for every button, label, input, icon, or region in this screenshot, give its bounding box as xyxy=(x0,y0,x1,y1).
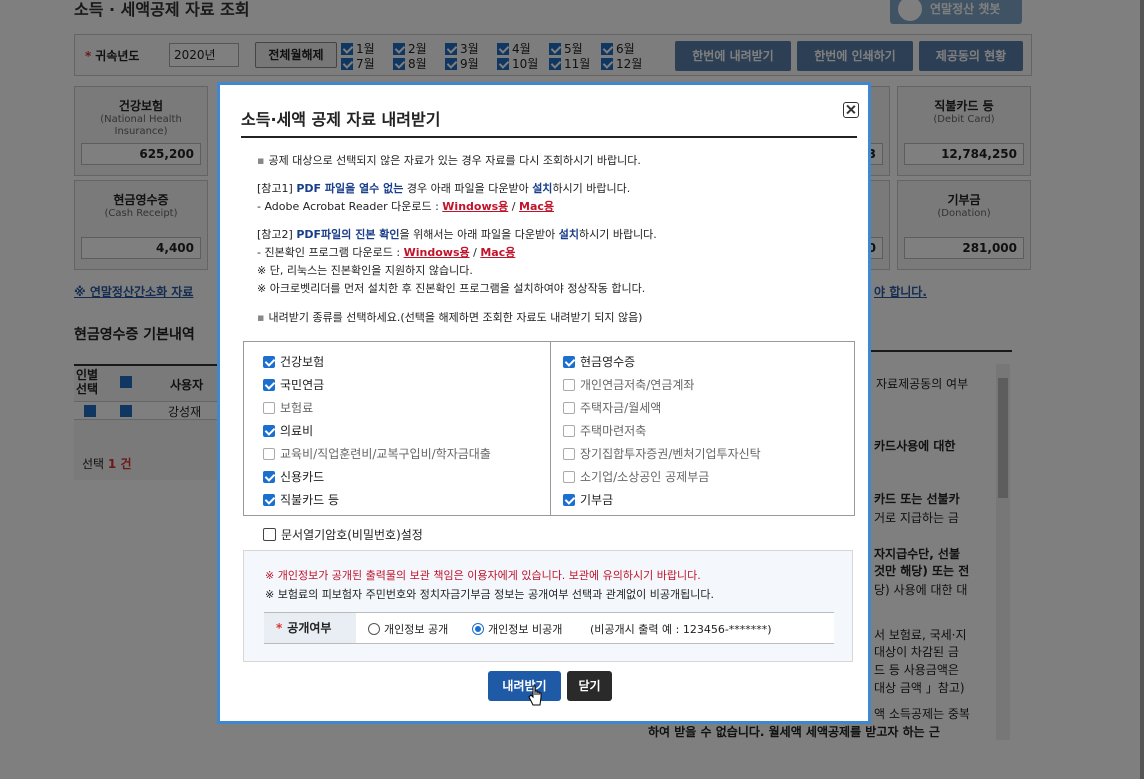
option-label: 주택마련저축 xyxy=(580,424,647,438)
option-checkbox[interactable] xyxy=(263,494,275,506)
ref2-line2: - 진본확인 프로그램 다운로드 : Windows용 / Mac용 xyxy=(257,246,516,259)
verifier-mac-link[interactable]: Mac용 xyxy=(480,246,515,259)
option-label: 소기업/소상공인 공제부금 xyxy=(580,470,710,484)
option-checkbox[interactable] xyxy=(563,494,575,506)
window-edge xyxy=(1140,0,1144,779)
option-label: 직불카드 등 xyxy=(280,493,340,507)
download-type-option[interactable]: 직불카드 등 xyxy=(263,491,339,508)
download-type-option[interactable]: 국민연금 xyxy=(263,376,324,393)
intro-text: 공제 대상으로 선택되지 않은 자료가 있는 경우 자료를 다시 조회하시기 바… xyxy=(257,152,640,168)
privacy-note: ※ 보험료의 피보험자 주민번호와 정치자금기부금 정보는 공개여부 선택과 관… xyxy=(265,588,714,601)
acrobat-mac-link[interactable]: Mac용 xyxy=(519,200,554,213)
download-type-table: 건강보험국민연금보험료의료비교육비/직업훈련비/교복구입비/학자금대출신용카드직… xyxy=(243,341,855,516)
download-type-option[interactable]: 기부금 xyxy=(563,491,613,508)
column-divider xyxy=(550,342,551,515)
disclosure-row: * 공개여부 개인정보 공개 개인정보 비공개 (비공개시 출력 예 : 1234… xyxy=(264,612,834,644)
option-checkbox[interactable] xyxy=(563,448,575,460)
select-prompt: 내려받기 종류를 선택하세요.(선택을 해제하면 조회한 자료도 내려받기 되지… xyxy=(257,309,642,325)
disclosure-example: (비공개시 출력 예 : 123456-*******) xyxy=(590,623,772,636)
option-label: 개인연금저축/연금계좌 xyxy=(580,378,695,392)
option-label: 기부금 xyxy=(580,493,614,507)
download-type-option[interactable]: 장기집합투자증권/벤처기업투자신탁 xyxy=(563,445,761,462)
option-label: 의료비 xyxy=(280,424,314,438)
password-option[interactable]: 문서열기암호(비밀번호)설정 xyxy=(263,526,423,543)
option-checkbox[interactable] xyxy=(563,402,575,414)
password-checkbox[interactable] xyxy=(263,528,276,541)
disclosure-label: * 공개여부 xyxy=(264,613,356,643)
download-modal: 소득·세액 공제 자료 내려받기 공제 대상으로 선택되지 않은 자료가 있는 … xyxy=(217,82,871,724)
download-type-option[interactable]: 개인연금저축/연금계좌 xyxy=(563,376,694,393)
option-label: 국민연금 xyxy=(280,378,325,392)
password-option-label: 문서열기암호(비밀번호)설정 xyxy=(281,528,423,542)
download-type-option[interactable]: 신용카드 xyxy=(263,468,324,485)
ref2-line1: [참고2] PDF파일의 진본 확인을 위해서는 아래 파일을 다운받아 설치하… xyxy=(257,228,657,241)
option-label: 장기집합투자증권/벤처기업투자신탁 xyxy=(580,447,761,461)
close-button[interactable]: 닫기 xyxy=(567,671,612,701)
radio-private[interactable] xyxy=(472,623,484,635)
ref2-note1: ※ 단, 리눅스는 진본확인을 지원하지 않습니다. xyxy=(257,264,473,277)
ref1-line1: [참고1] PDF 파일을 열수 없는 경우 아래 파일을 다운받아 설치하시기… xyxy=(257,182,631,195)
ref1-line2: - Adobe Acrobat Reader 다운로드 : Windows용 /… xyxy=(257,200,555,213)
download-type-option[interactable]: 소기업/소상공인 공제부금 xyxy=(563,468,709,485)
option-checkbox[interactable] xyxy=(263,471,275,483)
acrobat-windows-link[interactable]: Windows용 xyxy=(442,200,508,213)
option-checkbox[interactable] xyxy=(263,402,275,414)
option-private-label: 개인정보 비공개 xyxy=(488,623,563,636)
title-divider xyxy=(241,136,857,138)
download-type-option[interactable]: 현금영수증 xyxy=(563,353,635,370)
option-checkbox[interactable] xyxy=(263,379,275,391)
option-public-label: 개인정보 공개 xyxy=(384,623,449,636)
ref2-note2: ※ 아크로벳리더를 먼저 설치한 후 진본확인 프로그램을 설치하여야 정상작동… xyxy=(257,282,646,295)
download-type-option[interactable]: 교육비/직업훈련비/교복구입비/학자금대출 xyxy=(263,445,491,462)
option-label: 현금영수증 xyxy=(580,355,636,369)
option-label: 보험료 xyxy=(280,401,314,415)
close-icon[interactable] xyxy=(843,102,859,118)
option-checkbox[interactable] xyxy=(263,425,275,437)
option-checkbox[interactable] xyxy=(563,379,575,391)
download-type-option[interactable]: 보험료 xyxy=(263,399,313,416)
option-private[interactable]: 개인정보 비공개 xyxy=(472,621,562,637)
option-checkbox[interactable] xyxy=(263,356,275,368)
option-checkbox[interactable] xyxy=(563,356,575,368)
option-checkbox[interactable] xyxy=(563,471,575,483)
privacy-notice-box: ※ 개인정보가 공개된 출력물의 보관 책임은 이용자에게 있습니다. 보관에 … xyxy=(243,550,853,662)
option-label: 주택자금/월세액 xyxy=(580,401,662,415)
download-type-option[interactable]: 주택자금/월세액 xyxy=(563,399,661,416)
option-checkbox[interactable] xyxy=(563,425,575,437)
download-type-option[interactable]: 주택마련저축 xyxy=(563,422,646,439)
option-label: 신용카드 xyxy=(280,470,325,484)
modal-title: 소득·세액 공제 자료 내려받기 xyxy=(241,110,441,129)
option-public[interactable]: 개인정보 공개 xyxy=(368,621,448,637)
verifier-windows-link[interactable]: Windows용 xyxy=(404,246,470,259)
privacy-warning: ※ 개인정보가 공개된 출력물의 보관 책임은 이용자에게 있습니다. 보관에 … xyxy=(265,569,701,582)
radio-public[interactable] xyxy=(368,623,380,635)
download-button[interactable]: 내려받기 xyxy=(488,671,561,701)
option-label: 건강보험 xyxy=(280,355,325,369)
download-type-option[interactable]: 건강보험 xyxy=(263,353,324,370)
hand-cursor-icon xyxy=(528,685,542,706)
option-checkbox[interactable] xyxy=(263,448,275,460)
option-label: 교육비/직업훈련비/교복구입비/학자금대출 xyxy=(280,447,491,461)
download-type-option[interactable]: 의료비 xyxy=(263,422,313,439)
